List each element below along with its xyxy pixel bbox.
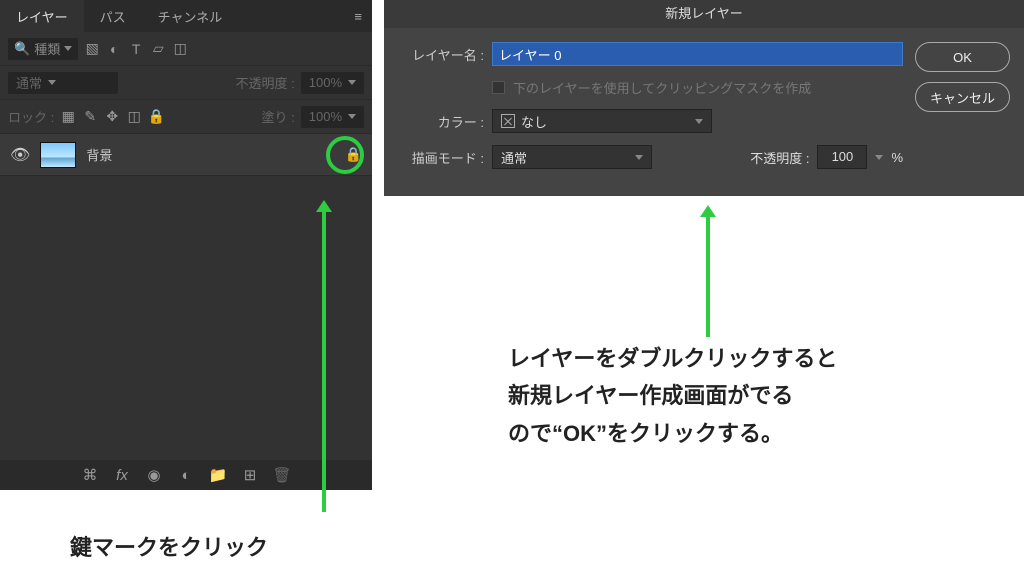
filter-image-icon[interactable]: ▧: [84, 41, 100, 57]
none-swatch-icon: [501, 114, 515, 128]
annotation-caption-line2: 新規レイヤー作成画面がでる: [508, 377, 837, 414]
filter-type-dropdown[interactable]: 🔍 種類: [8, 38, 78, 60]
lock-artboard-icon[interactable]: ◫: [126, 109, 142, 125]
ok-button[interactable]: OK: [915, 42, 1010, 72]
color-dropdown[interactable]: なし: [492, 109, 712, 133]
chevron-down-icon: [348, 114, 356, 119]
dialog-opacity-label: 不透明度 :: [750, 148, 809, 167]
mode-value: 通常: [501, 148, 527, 167]
filter-type-icon[interactable]: T: [128, 41, 144, 57]
opacity-value: 100%: [309, 75, 342, 90]
filter-shape-icon[interactable]: ▱: [150, 41, 166, 57]
layer-name-value: レイヤー 0: [499, 45, 561, 64]
opacity-dropdown[interactable]: 100%: [301, 72, 364, 94]
color-row: カラー : なし: [398, 109, 903, 133]
layer-name-row: レイヤー名 : レイヤー 0: [398, 42, 903, 66]
tab-channels[interactable]: チャンネル: [142, 0, 239, 32]
lock-label: ロック :: [8, 107, 54, 126]
opacity-label: 不透明度 :: [236, 73, 295, 92]
link-icon[interactable]: ⌘: [82, 467, 98, 483]
cancel-button[interactable]: キャンセル: [915, 82, 1010, 112]
chevron-down-icon: [64, 46, 72, 51]
fill-label: 塗り :: [262, 107, 295, 126]
annotation-caption-line1: レイヤーをダブルクリックすると: [508, 340, 837, 377]
mode-dropdown[interactable]: 通常: [492, 145, 652, 169]
clipping-checkbox: [492, 81, 505, 94]
trash-icon[interactable]: 🗑: [274, 467, 290, 483]
clipping-row: 下のレイヤーを使用してクリッピングマスクを作成: [398, 78, 903, 97]
adjustment-layer-icon[interactable]: ◐: [178, 467, 194, 483]
color-label: カラー :: [398, 112, 484, 131]
filter-row: 🔍 種類 ▧ ◐ T ▱ ◫: [0, 32, 372, 66]
dialog-opacity-input[interactable]: 100: [817, 145, 867, 169]
dialog-opacity-unit: %: [891, 150, 903, 165]
layer-thumbnail[interactable]: [40, 142, 76, 168]
fill-value: 100%: [309, 109, 342, 124]
annotation-caption-right: レイヤーをダブルクリックすると 新規レイヤー作成画面がでる ので“OK”をクリッ…: [508, 340, 837, 452]
dialog-buttons: OK キャンセル: [915, 42, 1010, 169]
blend-mode-dropdown[interactable]: 通常: [8, 72, 118, 94]
annotation-arrow-left: [316, 200, 332, 512]
layer-name-label: レイヤー名 :: [398, 45, 484, 64]
annotation-caption-left: 鍵マークをクリック: [70, 530, 268, 562]
layer-row-background[interactable]: 👁 背景 🔒: [0, 134, 372, 176]
chevron-down-icon[interactable]: [875, 155, 883, 160]
lock-brush-icon[interactable]: ✎: [82, 109, 98, 125]
layer-name-input[interactable]: レイヤー 0: [492, 42, 903, 66]
blend-row: 通常 不透明度 : 100%: [0, 66, 372, 100]
new-layer-icon[interactable]: ⊞: [242, 467, 258, 483]
layer-name: 背景: [86, 145, 112, 164]
chevron-down-icon: [695, 119, 703, 124]
mode-label: 描画モード :: [398, 148, 484, 167]
annotation-caption-line3: ので“OK”をクリックする。: [508, 415, 837, 452]
search-icon: 🔍: [14, 41, 30, 57]
new-layer-dialog: 新規レイヤー レイヤー名 : レイヤー 0 下のレイヤーを使用してクリッピングマ…: [384, 0, 1024, 196]
mask-icon[interactable]: ◉: [146, 467, 162, 483]
mode-row: 描画モード : 通常 不透明度 : 100 %: [398, 145, 903, 169]
lock-pixels-icon[interactable]: ▦: [60, 109, 76, 125]
filter-smart-icon[interactable]: ◫: [172, 41, 188, 57]
annotation-arrow-right: [700, 205, 716, 337]
panel-tabs: レイヤー パス チャンネル ≡: [0, 0, 372, 32]
fill-dropdown[interactable]: 100%: [301, 106, 364, 128]
layer-lock-icon[interactable]: 🔒: [345, 146, 362, 163]
filter-type-label: 種類: [34, 39, 60, 58]
filter-adjustment-icon[interactable]: ◐: [106, 41, 122, 57]
lock-all-icon[interactable]: 🔒: [148, 109, 164, 125]
blend-mode-value: 通常: [16, 73, 42, 92]
lock-row: ロック : ▦ ✎ ✥ ◫ 🔒 塗り : 100%: [0, 100, 372, 134]
color-value: なし: [521, 112, 547, 131]
chevron-down-icon: [48, 80, 56, 85]
tab-layers[interactable]: レイヤー: [0, 0, 84, 32]
tab-paths[interactable]: パス: [84, 0, 142, 32]
lock-position-icon[interactable]: ✥: [104, 109, 120, 125]
clipping-label: 下のレイヤーを使用してクリッピングマスクを作成: [513, 78, 811, 97]
chevron-down-icon: [348, 80, 356, 85]
chevron-down-icon: [635, 155, 643, 160]
visibility-eye-icon[interactable]: 👁: [10, 145, 30, 165]
dialog-title: 新規レイヤー: [384, 0, 1024, 28]
fx-icon[interactable]: fx: [114, 467, 130, 483]
panel-menu-icon[interactable]: ≡: [344, 9, 372, 24]
group-icon[interactable]: 📁: [210, 467, 226, 483]
